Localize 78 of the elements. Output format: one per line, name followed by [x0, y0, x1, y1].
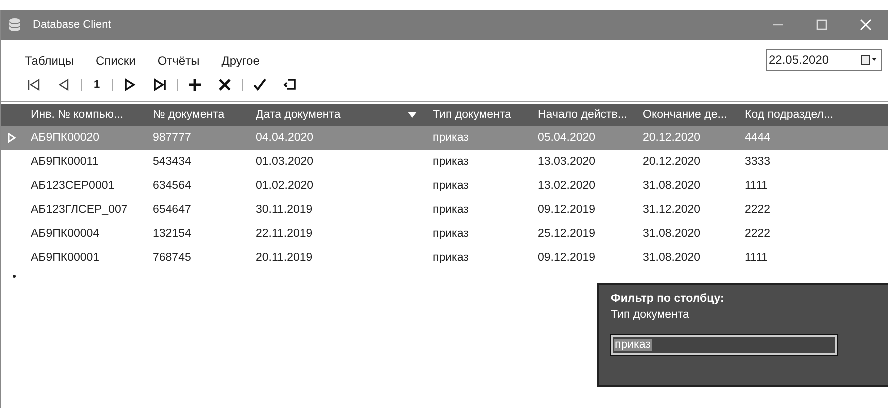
table-cell: 13.02.2020 [538, 180, 596, 192]
table-cell: 987777 [153, 132, 192, 144]
filter-input[interactable]: приказ [611, 335, 837, 355]
table-row[interactable]: АБ9ПК00004 132154 22.11.2019 приказ 25.12.2019 31.08.2020 2222 [1, 222, 888, 246]
table-cell: 31.08.2020 [643, 228, 701, 240]
date-picker[interactable]: 22.05.2020 [766, 49, 882, 71]
table-cell: 13.03.2020 [538, 156, 596, 168]
table-cell: приказ [433, 252, 469, 264]
table-cell: АБ9ПК00004 [31, 228, 100, 240]
table-cell: 31.08.2020 [643, 180, 701, 192]
page-number: 1 [93, 79, 102, 91]
table-cell: 01.02.2020 [256, 180, 314, 192]
table-cell: 4444 [745, 132, 771, 144]
column-header[interactable]: Код подраздел... [745, 109, 834, 121]
table-cell: приказ [433, 228, 469, 240]
table-cell: 1111 [745, 180, 768, 192]
column-name: Тип документа [611, 309, 690, 321]
table-cell: 05.04.2020 [538, 132, 596, 144]
column-header[interactable]: Окончание де... [643, 109, 728, 121]
table-cell: АБ9ПК00020 [31, 132, 100, 144]
table-cell: 20.12.2020 [643, 156, 701, 168]
first-icon [27, 78, 41, 92]
table-cell: 1111 [745, 252, 768, 264]
menu-item[interactable]: Списки [96, 54, 136, 68]
table-cell: АБ9ПК00011 [31, 156, 99, 168]
table-row[interactable]: АБ9ПК00001 768745 20.11.2019 приказ 09.12.2019 31.08.2020 1111 [1, 246, 888, 270]
table-cell: 20.11.2019 [256, 252, 313, 264]
filter-icon [408, 112, 417, 118]
table-cell: 20.12.2020 [643, 132, 701, 144]
table-cell: приказ [433, 132, 469, 144]
table-cell: АБ123СЕР0001 [31, 180, 115, 192]
bullet-icon [13, 275, 16, 278]
popup-title: Фильтр по столбцу: [611, 293, 726, 305]
table-cell: 30.11.2019 [256, 204, 313, 216]
add-icon [188, 78, 202, 92]
table-row[interactable]: АБ123СЕР0001 634564 01.02.2020 приказ 13.02.2020 31.08.2020 1111 [1, 174, 888, 198]
table-cell: 543434 [153, 156, 192, 168]
next-icon [123, 78, 138, 92]
table-cell: АБ9ПК00001 [31, 252, 100, 264]
table-cell: 31.12.2020 [643, 204, 701, 216]
column-header[interactable]: Дата документа [256, 109, 425, 121]
menu-item[interactable]: Отчёты [158, 54, 200, 68]
maximize-icon [816, 19, 828, 31]
table-cell: 2222 [745, 228, 771, 240]
undo-icon [283, 78, 298, 92]
column-header[interactable]: Инв. № компью... [31, 109, 124, 121]
calendar-icon [861, 55, 877, 65]
checkmark-icon [253, 78, 268, 92]
last-icon [153, 78, 168, 92]
table-cell: 132154 [153, 228, 192, 240]
table-cell: приказ [433, 180, 469, 192]
table-cell: 3333 [745, 156, 771, 168]
previous-icon [57, 78, 71, 92]
menu-item[interactable]: Другое [222, 54, 260, 68]
window-title: Database Client [33, 19, 112, 31]
table-cell: АБ123ГЛСЕР_007 [31, 204, 128, 216]
table-cell: приказ [433, 156, 469, 168]
table-cell: 768745 [153, 252, 192, 264]
database-icon [9, 18, 21, 32]
table-row[interactable]: АБ9ПК00011 543434 01.03.2020 приказ 13.03.2020 20.12.2020 3333 [1, 150, 888, 174]
table-cell: 2222 [745, 204, 771, 216]
table-row[interactable]: АБ123ГЛСЕР_007 654647 30.11.2019 приказ 09.12.2019 31.12.2020 2222 [1, 198, 888, 222]
table-cell: 25.12.2019 [538, 228, 596, 240]
table-cell: 09.12.2019 [538, 204, 596, 216]
delete-icon [218, 78, 232, 92]
column-header[interactable]: № документа [153, 109, 225, 121]
column-header[interactable]: Начало действ... [538, 109, 628, 121]
column-header[interactable]: Тип документа [433, 109, 512, 121]
table-cell: 31.08.2020 [643, 252, 701, 264]
close-icon [860, 19, 872, 31]
menu-item[interactable]: Таблицы [25, 54, 74, 68]
table-cell: 04.04.2020 [256, 132, 314, 144]
table-cell: 09.12.2019 [538, 252, 596, 264]
table-cell: 22.11.2019 [256, 228, 313, 240]
table-cell: приказ [433, 204, 469, 216]
table-cell: 654647 [153, 204, 192, 216]
table-cell: 01.03.2020 [256, 156, 314, 168]
table-cell: 634564 [153, 180, 192, 192]
